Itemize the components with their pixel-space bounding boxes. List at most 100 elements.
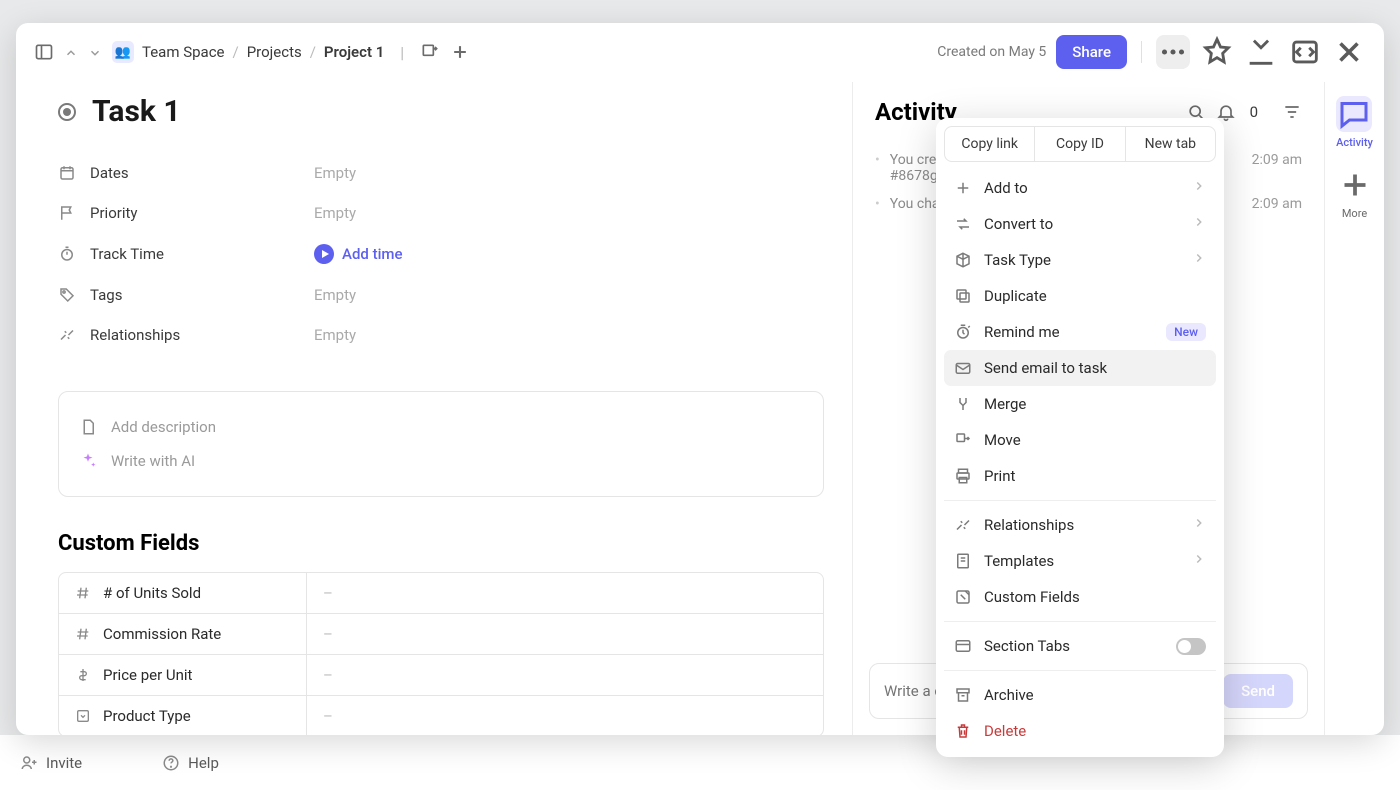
notification-count: 0 [1250,103,1258,121]
menu-merge[interactable]: Merge [944,386,1216,422]
new-badge: New [1166,323,1206,341]
rail-activity[interactable]: Activity [1336,96,1373,149]
trash-icon [954,722,972,740]
favorite-icon[interactable] [1200,35,1234,69]
toggle[interactable] [1176,638,1206,655]
description-box: Add description Write with AI [58,391,824,497]
prop-relationships[interactable]: Relationships Empty [58,315,824,355]
chat-icon [1336,96,1372,132]
add-subtask-icon[interactable] [450,42,470,62]
ctx-tab[interactable]: New tab [1126,127,1215,161]
prop-priority[interactable]: Priority Empty [58,193,824,233]
ctx-tab[interactable]: Copy link [945,127,1035,161]
share-button[interactable]: Share [1056,35,1127,69]
add-description[interactable]: Add description [79,410,803,444]
prop-tags[interactable]: Tags Empty [58,275,824,315]
chevron-right-icon [1192,215,1206,233]
breadcrumb: 👥 Team Space / Projects / Project 1 [112,41,384,63]
rail-more[interactable]: More [1337,167,1373,220]
add-time-button[interactable]: Add time [314,244,403,264]
stopwatch-icon [58,245,76,263]
team-icon: 👥 [112,41,134,63]
menu-duplicate[interactable]: Duplicate [944,278,1216,314]
chevron-right-icon [1192,251,1206,269]
prop-dates[interactable]: Dates Empty [58,153,824,193]
created-meta: Created on May 5 [937,44,1046,60]
bc-current[interactable]: Project 1 [324,43,384,61]
task-main: Task 1 Dates Empty Priority Empty Track … [16,82,852,735]
print-icon [954,467,972,485]
menu-custom-fields[interactable]: Custom Fields [944,579,1216,615]
rel-icon [954,516,972,534]
custom-fields-header: Custom Fields [58,531,824,556]
play-icon [314,244,334,264]
hash-icon [75,585,91,601]
clock-icon [954,323,972,341]
relationships-icon [58,326,76,344]
write-with-ai[interactable]: Write with AI [79,444,803,478]
close-icon[interactable] [1332,35,1366,69]
right-rail: Activity More [1324,82,1384,735]
custom-fields-table: # of Units Sold–Commission Rate–Price pe… [58,572,824,735]
hash-icon [75,626,91,642]
prop-tracktime[interactable]: Track Time Add time [58,233,824,275]
merge-icon [954,395,972,413]
help-link[interactable]: Help [162,754,219,772]
archive-icon [954,686,972,704]
bc-team[interactable]: Team Space [142,43,225,61]
filter-icon[interactable] [1282,102,1302,122]
collapse-icon[interactable] [1244,35,1278,69]
menu-task-type[interactable]: Task Type [944,242,1216,278]
next-task-icon[interactable] [88,45,102,59]
context-menu: Copy linkCopy IDNew tab Add toConvert to… [936,118,1224,757]
help-label: Help [188,754,219,772]
menu-print[interactable]: Print [944,458,1216,494]
duplicate-icon [954,287,972,305]
move-task-icon[interactable] [420,42,440,62]
dollar-icon [75,667,91,683]
menu-relationships[interactable]: Relationships [944,507,1216,543]
calendar-icon [58,164,76,182]
chevron-right-icon [1192,179,1206,197]
send-button[interactable]: Send [1223,674,1293,708]
task-title[interactable]: Task 1 [92,94,181,129]
user-plus-icon [20,754,38,772]
menu-remind-me[interactable]: Remind meNew [944,314,1216,350]
templates-icon [954,552,972,570]
more-actions-button[interactable] [1156,35,1190,69]
sidebar-toggle-icon[interactable] [34,42,54,62]
menu-send-email-to-task[interactable]: Send email to task [944,350,1216,386]
menu-archive[interactable]: Archive [944,677,1216,713]
prev-task-icon[interactable] [64,45,78,59]
menu-add-to[interactable]: Add to [944,170,1216,206]
plus-icon [1337,167,1373,203]
mail-icon [954,359,972,377]
cf-row[interactable]: Product Type– [59,696,823,735]
help-icon [162,754,180,772]
ctx-tab[interactable]: Copy ID [1035,127,1125,161]
dropdown-icon [75,708,91,724]
expand-icon[interactable] [1288,35,1322,69]
chevron-right-icon [1192,552,1206,570]
menu-delete[interactable]: Delete [944,713,1216,749]
menu-convert-to[interactable]: Convert to [944,206,1216,242]
cf-row[interactable]: Price per Unit– [59,655,823,696]
menu-move[interactable]: Move [944,422,1216,458]
tabs-icon [954,637,972,655]
status-icon[interactable] [58,103,76,121]
cf-row[interactable]: # of Units Sold– [59,573,823,614]
cf-icon [954,588,972,606]
context-menu-tabs: Copy linkCopy IDNew tab [944,126,1216,162]
tag-icon [58,286,76,304]
menu-section-tabs[interactable]: Section Tabs [944,628,1216,664]
cube-icon [954,251,972,269]
chevron-right-icon [1192,516,1206,534]
invite-link[interactable]: Invite [20,754,82,772]
invite-label: Invite [46,754,82,772]
cf-row[interactable]: Commission Rate– [59,614,823,655]
doc-icon [79,418,97,436]
bc-projects[interactable]: Projects [247,43,302,61]
menu-templates[interactable]: Templates [944,543,1216,579]
move-icon [954,431,972,449]
sparkle-icon [79,452,97,470]
